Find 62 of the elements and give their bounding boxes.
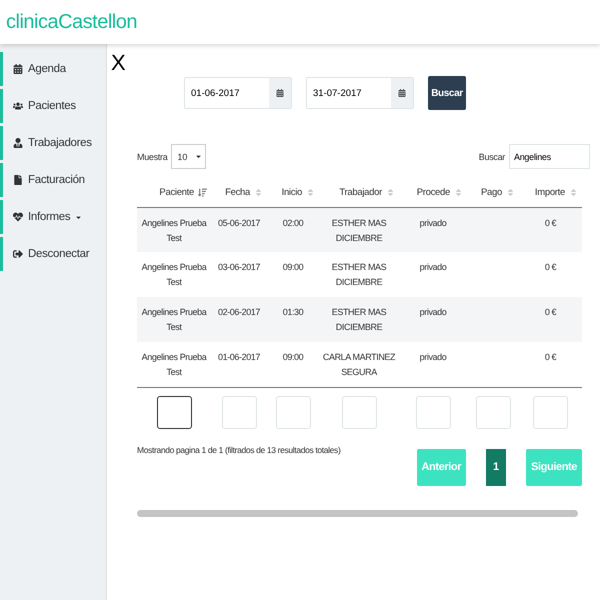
person-icon (13, 138, 23, 148)
table-cell: privado (399, 252, 467, 297)
sidebar-item[interactable]: Desconectar (0, 237, 106, 271)
calendar-icon (13, 64, 23, 74)
caret-icon (195, 153, 202, 160)
date-field[interactable]: 01-06-2017 (184, 77, 292, 109)
table-cell: 0 € (519, 252, 582, 297)
close-button[interactable]: X (111, 50, 126, 76)
table-cell: 05-06-2017 (211, 207, 267, 252)
sidebar-item[interactable]: Pacientes (0, 89, 106, 123)
search-button[interactable]: Buscar (428, 76, 466, 110)
table-cell: ESTHER MAS DICIEMBRE (319, 297, 399, 342)
table-cell: CARLA MARTINEZ SEGURA (319, 342, 399, 387)
document-icon (13, 175, 23, 185)
people-icon (13, 101, 23, 111)
calendar-icon (398, 89, 406, 97)
heart-icon (13, 212, 23, 222)
calendar-button[interactable] (391, 78, 413, 108)
table-cell: 02-06-2017 (211, 297, 267, 342)
search-label: Buscar (478, 152, 505, 162)
column-header[interactable]: Importe (519, 179, 582, 207)
table-info: Mostrando pagina 1 de 1 (filtrados de 13 resultados totales) (137, 444, 340, 457)
app-title: clinicaCastellon (6, 10, 137, 34)
table-cell: 0 € (519, 342, 582, 387)
date-field[interactable]: 31-07-2017 (306, 77, 414, 109)
filter-field[interactable] (156, 396, 192, 428)
table-cell: Angelines Prueba Test (137, 297, 211, 342)
calendar-button[interactable] (269, 78, 291, 108)
table-cell: 01-06-2017 (211, 342, 267, 387)
sidebar-item[interactable]: Facturación (0, 163, 106, 197)
table-cell: 03-06-2017 (211, 252, 267, 297)
table-cell: 01:30 (267, 297, 319, 342)
table-cell: 09:00 (267, 252, 319, 297)
page-button[interactable]: 1 (486, 448, 506, 486)
table-cell: 0 € (519, 207, 582, 252)
table-cell: Angelines Prueba Test (137, 207, 211, 252)
table-cell: 0 € (519, 297, 582, 342)
column-header[interactable]: Paciente (137, 179, 211, 207)
calendar-icon (276, 89, 284, 97)
table-cell: 02:00 (267, 207, 319, 252)
sidebar-item[interactable]: Agenda (0, 52, 106, 86)
caret-icon (75, 214, 82, 220)
table-cell: 09:00 (267, 342, 319, 387)
table-cell: Angelines Prueba Test (137, 252, 211, 297)
search-field[interactable]: Angelines (509, 144, 590, 169)
sidebar-item[interactable]: Trabajadores (0, 126, 106, 160)
page-size-select[interactable]: 10 (171, 144, 206, 169)
exit-icon (13, 249, 23, 259)
sidebar-item[interactable]: Informes (0, 200, 106, 234)
table-cell: ESTHER MAS DICIEMBRE (319, 207, 399, 252)
column-header[interactable]: Fecha (211, 179, 267, 207)
table-cell: privado (399, 297, 467, 342)
scrollbar[interactable] (137, 510, 578, 516)
table-cell: Angelines Prueba Test (137, 342, 211, 387)
column-header[interactable]: Pago (467, 179, 519, 207)
show-label: Muestra (137, 152, 168, 162)
column-header[interactable]: Trabajador (319, 179, 399, 207)
column-header[interactable]: Procede (399, 179, 467, 207)
table-cell: privado (399, 342, 467, 387)
column-header[interactable]: Inicio (267, 179, 319, 207)
table-cell: ESTHER MAS DICIEMBRE (319, 252, 399, 297)
table-cell: privado (399, 207, 467, 252)
